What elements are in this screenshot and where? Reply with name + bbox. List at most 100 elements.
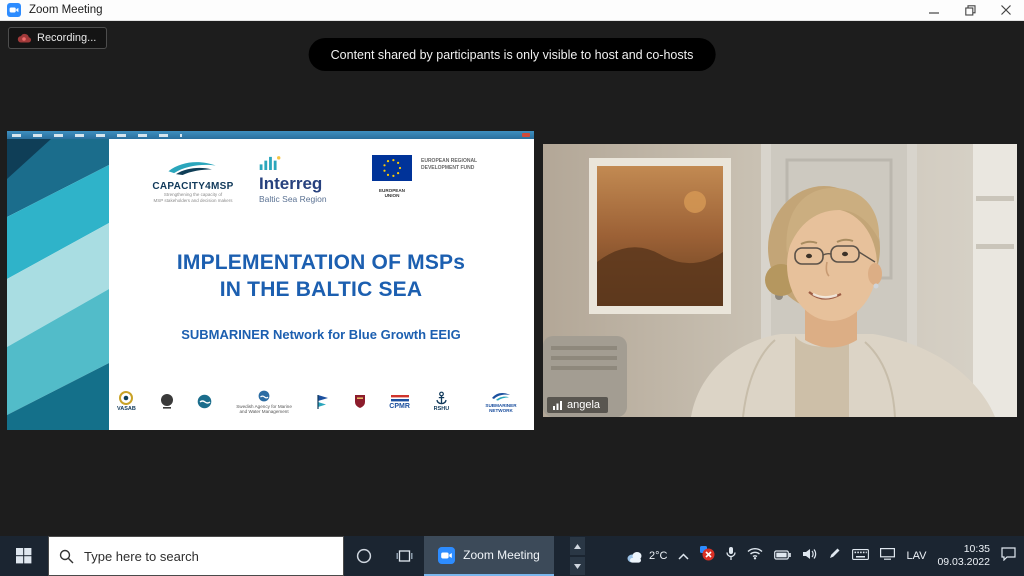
- capacity4msp-logo: CAPACITY4MSP Strengthening the capacity …: [137, 159, 249, 204]
- start-button[interactable]: [0, 536, 48, 576]
- recording-cloud-icon: [17, 33, 31, 43]
- windows-logo-icon: [16, 548, 32, 564]
- meeting-content-area: Recording... Content shared by participa…: [0, 21, 1024, 536]
- zoom-taskbar-icon: [438, 547, 455, 564]
- task-view-icon: [396, 549, 413, 563]
- taskbar-scroll-control: [570, 536, 585, 576]
- weather-widget[interactable]: 2°C: [626, 550, 667, 563]
- chevron-up-icon: [678, 553, 689, 560]
- search-input[interactable]: [82, 548, 296, 565]
- tray-network-button[interactable]: [747, 547, 763, 565]
- mic-activity-icon: [553, 400, 562, 410]
- window-title: Zoom Meeting: [29, 4, 103, 16]
- partner-logo-cpmr: CPMR: [389, 395, 410, 410]
- action-center-button[interactable]: [1001, 547, 1016, 566]
- battery-icon: [774, 550, 791, 560]
- shared-window-close-dot: [522, 133, 530, 137]
- shared-app-menubar: [7, 131, 534, 139]
- weather-cloud-icon: [626, 550, 644, 563]
- tray-display-button[interactable]: [880, 547, 895, 565]
- anchor-emblem-icon: [435, 391, 448, 405]
- cortana-icon: [356, 548, 372, 564]
- capacity4msp-wordmark: CAPACITY4MSP: [137, 181, 249, 192]
- blue-wave-emblem-icon: [197, 394, 212, 409]
- interreg-bars-icon: [259, 155, 281, 170]
- partner-logo-latvian-shield: [354, 394, 366, 411]
- keyboard-icon: [852, 549, 869, 560]
- partner-logo-rshu: RSHU: [434, 391, 450, 413]
- action-center-icon: [1001, 547, 1016, 561]
- toast-text: Content shared by participants is only v…: [331, 48, 694, 62]
- tray-alert-icon[interactable]: [700, 546, 715, 566]
- interreg-wordmark: Interreg: [259, 175, 364, 193]
- capacity4msp-wave-icon: [163, 159, 223, 176]
- eu-flag-icon: [372, 155, 412, 181]
- zoom-window: Zoom Meeting Recording... Content shared…: [0, 0, 1024, 576]
- clock-time: 10:35: [937, 543, 990, 556]
- error-badge-icon: [700, 546, 715, 561]
- share-visibility-toast: Content shared by participants is only v…: [309, 38, 716, 71]
- taskbar-search[interactable]: [48, 536, 344, 576]
- window-titlebar: Zoom Meeting: [0, 0, 1024, 21]
- wifi-icon: [747, 547, 763, 560]
- weather-temp: 2°C: [649, 550, 667, 562]
- clock-date: 09.03.2022: [937, 556, 990, 569]
- interreg-region-label: Baltic Sea Region: [259, 194, 364, 204]
- tray-battery-button[interactable]: [774, 547, 791, 565]
- eu-union-label: EUROPEAN UNION: [371, 188, 413, 198]
- windows-taskbar: Zoom Meeting 2°C: [0, 536, 1024, 576]
- interreg-logo: Interreg Baltic Sea Region: [259, 155, 364, 204]
- taskbar-scroll-up[interactable]: [570, 537, 585, 555]
- slide-title-line1: IMPLEMENTATION OF MSPs: [115, 249, 527, 276]
- swam-emblem-icon: [258, 390, 270, 402]
- tray-mic-icon-button[interactable]: [726, 546, 736, 566]
- partner-logo-pennant-emblem: [316, 394, 330, 411]
- menubar-items: [12, 134, 182, 137]
- recording-label: Recording...: [37, 32, 96, 44]
- task-view-button[interactable]: [384, 536, 424, 576]
- partner-logos-row: VASAB Swedish Agency for Marine and Wate…: [117, 381, 529, 423]
- participant-video-feed: [543, 144, 1017, 417]
- taskbar-scroll-down[interactable]: [570, 557, 585, 575]
- partner-logo-maritime-emblem: [197, 394, 212, 411]
- partner-logo-vasab: VASAB: [117, 391, 136, 413]
- close-button[interactable]: [988, 0, 1024, 20]
- recording-indicator[interactable]: Recording...: [8, 27, 107, 49]
- taskbar-clock[interactable]: 10:35 09.03.2022: [937, 543, 990, 569]
- participant-name: angela: [567, 399, 600, 411]
- partner-logo-ministry-emblem: [160, 393, 174, 411]
- submariner-wave-icon: [491, 391, 511, 401]
- pennant-emblem-icon: [316, 394, 330, 409]
- capacity4msp-tagline-2: MSP stakeholders and decision makers: [137, 198, 249, 204]
- tray-touch-keyboard-button[interactable]: [852, 547, 869, 565]
- shared-screen-slide: CAPACITY4MSP Strengthening the capacity …: [7, 131, 534, 430]
- language-indicator[interactable]: LAV: [906, 550, 926, 562]
- tray-volume-button[interactable]: [802, 547, 817, 565]
- speaker-icon: [802, 548, 817, 560]
- microphone-icon: [726, 546, 736, 561]
- participant-name-tag: angela: [547, 397, 608, 413]
- minimize-button[interactable]: [916, 0, 952, 20]
- vasab-emblem-icon: [119, 391, 133, 405]
- participant-video-tile[interactable]: angela: [543, 144, 1017, 417]
- partner-logo-swam: Swedish Agency for Marine and Water Mana…: [236, 390, 292, 415]
- taskbar-zoom-label: Zoom Meeting: [463, 548, 540, 562]
- taskbar-zoom-meeting-button[interactable]: Zoom Meeting: [424, 536, 554, 576]
- partner-logo-submariner: SUBMARINER NETWORK: [473, 391, 529, 414]
- monitor-icon: [880, 548, 895, 560]
- zoom-app-icon: [7, 3, 21, 17]
- cortana-button[interactable]: [344, 536, 384, 576]
- eu-logo-block: EUROPEAN UNION EUROPEAN REGIONAL DEVELOP…: [371, 155, 483, 198]
- restore-button[interactable]: [952, 0, 988, 20]
- pen-icon: [828, 547, 841, 560]
- dark-emblem-icon: [160, 393, 174, 409]
- slide-teal-chevron-band: [7, 139, 109, 430]
- search-icon: [59, 549, 74, 564]
- tray-pen-button[interactable]: [828, 547, 841, 565]
- slide-subtitle: SUBMARINER Network for Blue Growth EEIG: [115, 327, 527, 342]
- show-hidden-icons-button[interactable]: [678, 547, 689, 565]
- eu-fund-label: EUROPEAN REGIONAL DEVELOPMENT FUND: [421, 155, 483, 198]
- cpmr-bar-icon: [391, 395, 409, 402]
- slide-title-line2: IN THE BALTIC SEA: [115, 276, 527, 303]
- system-tray: 2°C: [626, 536, 1024, 576]
